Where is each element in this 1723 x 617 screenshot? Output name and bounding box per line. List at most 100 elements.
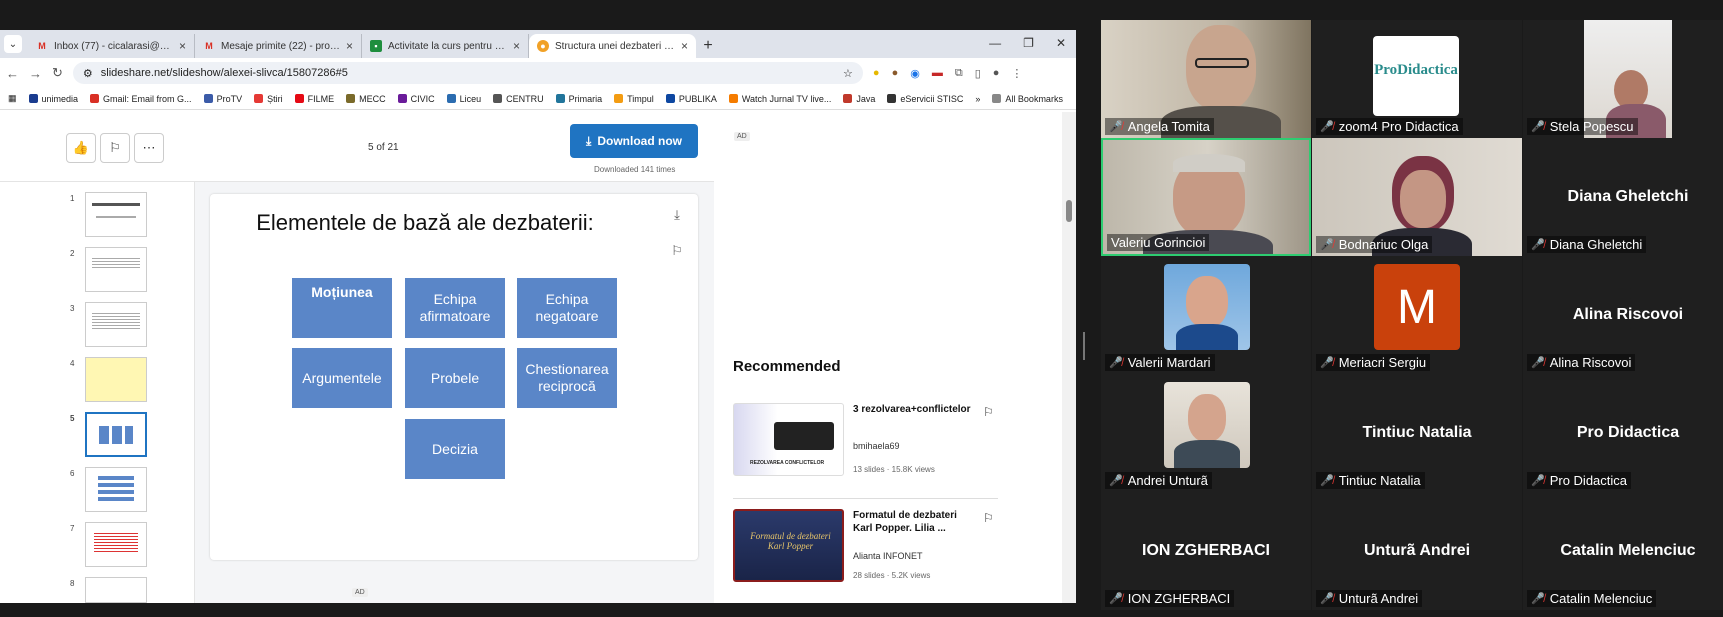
minimize-icon[interactable]: — <box>989 36 1001 50</box>
ad-label: AD <box>352 588 368 597</box>
slide-thumbnail[interactable] <box>85 522 147 567</box>
bookmark-civic[interactable]: CIVIC <box>397 94 435 104</box>
recommended-item[interactable]: Formatul de dezbateri Karl Popper Format… <box>733 509 1043 589</box>
close-icon[interactable]: × <box>513 39 520 53</box>
like-button[interactable]: 👍 <box>66 133 96 163</box>
bookmark-java[interactable]: Java <box>843 94 875 104</box>
bookmark-icon[interactable]: ⚐ <box>664 238 690 264</box>
participant-tile[interactable]: 🎤̸ Valerii Mardari <box>1101 256 1311 374</box>
bookmark-filme[interactable]: FILME <box>294 94 334 104</box>
slide-thumbnail[interactable] <box>85 357 147 402</box>
participant-tile[interactable]: 🎤̸ Bodnariuc Olga <box>1312 138 1522 256</box>
slide-box: Decizia <box>405 419 505 479</box>
bookmark-timpul[interactable]: Timpul <box>614 94 654 104</box>
tab-structura[interactable]: ● Structura unei dezbateri Karl Po × <box>529 34 696 58</box>
slide-box: Echipa afirmatoare <box>405 278 505 338</box>
menu-icon[interactable]: ⋮ <box>1011 67 1022 80</box>
participant-tile[interactable]: Alina Riscovoi 🎤̸ Alina Riscovoi <box>1523 256 1723 374</box>
extension-icon[interactable]: ◉ <box>910 67 920 80</box>
divider <box>733 498 998 499</box>
participant-tile[interactable]: Unturã Andrei 🎤̸ Unturã Andrei <box>1312 492 1522 610</box>
slide-thumbnail[interactable] <box>85 467 147 512</box>
recommended-item[interactable]: REZOLVAREA CONFLICTELOR 3 rezolvarea+con… <box>733 403 1043 483</box>
maximize-icon[interactable]: ❐ <box>1023 36 1034 50</box>
scrollbar-thumb[interactable] <box>1066 200 1072 222</box>
new-tab-button[interactable]: + <box>696 34 720 58</box>
extension-icon[interactable]: ● <box>873 67 880 80</box>
reload-icon[interactable]: ↻ <box>52 65 63 81</box>
slide-thumbnail-selected[interactable] <box>85 412 147 457</box>
close-icon[interactable]: × <box>681 39 688 53</box>
tab-activitate[interactable]: ▪ Activitate la curs pentru G. C. N × <box>362 34 529 58</box>
page-content: 👍 ⚐ ⋯ 5 of 21 ⤓ Download now Downloaded 1… <box>0 112 1076 603</box>
all-bookmarks[interactable]: All Bookmarks <box>992 94 1063 104</box>
profile-icon[interactable]: ● <box>993 67 1000 80</box>
close-window-icon[interactable]: ✕ <box>1056 36 1066 50</box>
mic-muted-icon: 🎤̸ <box>1531 357 1545 369</box>
bookmark-jurnal-tv[interactable]: Watch Jurnal TV live... <box>728 94 831 104</box>
participant-tile[interactable]: Tintiuc Natalia 🎤̸ Tintiuc Natalia <box>1312 374 1522 492</box>
bookmark-icon[interactable]: ⚐ <box>983 405 994 419</box>
slide-title: Elementele de bază ale dezbaterii: <box>256 210 594 235</box>
bookmark-icon[interactable]: ⚐ <box>983 511 994 525</box>
bookmark-icon: ⚐ <box>109 140 121 155</box>
more-button[interactable]: ⋯ <box>134 133 164 163</box>
page-counter: 5 of 21 <box>368 142 399 153</box>
site-info-icon[interactable]: ⚙ <box>83 67 93 80</box>
bookmark-primaria[interactable]: Primaria <box>555 94 602 104</box>
participant-tile[interactable]: Pro Didactica 🎤̸ Pro Didactica <box>1523 374 1723 492</box>
right-sidebar: AD Recommended REZOLVAREA CONFLICTELOR 3… <box>714 112 1062 603</box>
participant-tile[interactable]: 🎤̸ Andrei Unturã <box>1101 374 1311 492</box>
slide-thumbnail[interactable] <box>85 192 147 237</box>
tab-inbox[interactable]: M Inbox (77) - cicalarasi@gmail.co × <box>28 34 195 58</box>
download-button[interactable]: ⤓ Download now <box>570 124 698 158</box>
tab-search-button[interactable]: ⌄ <box>4 35 22 53</box>
participant-tile[interactable]: 🎤̸ Stela Popescu <box>1523 20 1723 138</box>
download-icon[interactable]: ⤓ <box>664 202 690 228</box>
bookmark-mecc[interactable]: MECC <box>346 94 386 104</box>
participant-tile[interactable]: 🎤̸ Angela Tomita <box>1101 20 1311 138</box>
star-icon[interactable]: ☆ <box>843 67 853 80</box>
bookmark-protv[interactable]: ProTV <box>203 94 242 104</box>
bookmark-stiri[interactable]: Știri <box>254 94 283 104</box>
bookmark-gmail[interactable]: Gmail: Email from G... <box>90 94 192 104</box>
puzzle-icon[interactable]: ⧉ <box>955 67 963 80</box>
participant-tile[interactable]: ProDidactica 🎤̸ zoom4 Pro Didactica <box>1312 20 1522 138</box>
mic-muted-icon: 🎤̸ <box>1320 475 1334 487</box>
tab-bar: ⌄ M Inbox (77) - cicalarasi@gmail.co × M… <box>0 30 1076 58</box>
scrollbar[interactable] <box>1062 112 1076 603</box>
forward-icon[interactable]: → <box>29 66 42 81</box>
participant-tile[interactable]: Catalin Melenciuc 🎤̸ Catalin Melenciuc <box>1523 492 1723 610</box>
participant-tile-active-speaker[interactable]: Valeriu Gorincioi <box>1101 138 1311 256</box>
participant-tile[interactable]: ION ZGHERBACI 🎤̸ ION ZGHERBACI <box>1101 492 1311 610</box>
slide-thumbnail[interactable] <box>85 302 147 347</box>
bookmarks-bar: ▦ unimedia Gmail: Email from G... ProTV … <box>0 88 1076 110</box>
bookmark-eservicii[interactable]: eServicii STISC <box>887 94 963 104</box>
more-bookmarks-icon[interactable]: » <box>975 94 980 104</box>
close-icon[interactable]: × <box>346 39 353 53</box>
tab-mesaje[interactable]: M Mesaje primite (22) - proiectpo × <box>195 34 362 58</box>
apps-icon[interactable]: ▦ <box>8 93 17 104</box>
back-icon[interactable]: ← <box>6 66 19 81</box>
bookmark-unimedia[interactable]: unimedia <box>28 94 78 104</box>
extension-icon[interactable]: ▬ <box>932 67 943 80</box>
slide-thumbnail[interactable] <box>85 247 147 292</box>
slideshow-pane: 👍 ⚐ ⋯ 5 of 21 ⤓ Download now Downloaded 1… <box>0 112 714 603</box>
action-bar: 👍 ⚐ ⋯ 5 of 21 ⤓ Download now Downloaded 1… <box>0 112 714 182</box>
bookmark-liceu[interactable]: Liceu <box>446 94 481 104</box>
participant-tile[interactable]: M 🎤̸ Meriacri Sergiu <box>1312 256 1522 374</box>
save-button[interactable]: ⚐ <box>100 133 130 163</box>
bookmark-centru[interactable]: CENTRU <box>493 94 544 104</box>
downloaded-count: Downloaded 141 times <box>594 165 676 174</box>
extension-icon[interactable]: ● <box>892 67 899 80</box>
sidebar-icon[interactable]: ▯ <box>975 67 981 80</box>
slide-thumbnail[interactable] <box>85 577 147 603</box>
participant-tile[interactable]: Diana Gheletchi 🎤̸ Diana Gheletchi <box>1523 138 1723 256</box>
recommended-thumbnail: REZOLVAREA CONFLICTELOR <box>733 403 844 476</box>
close-icon[interactable]: × <box>179 39 186 53</box>
bookmark-publika[interactable]: PUBLIKA <box>665 94 717 104</box>
splitter-handle[interactable] <box>1083 332 1085 360</box>
recommended-title: Recommended <box>733 358 841 375</box>
thumbs-up-icon: 👍 <box>72 140 90 155</box>
url-field[interactable]: ⚙ slideshare.net/slideshow/alexei-slivca… <box>72 62 863 84</box>
